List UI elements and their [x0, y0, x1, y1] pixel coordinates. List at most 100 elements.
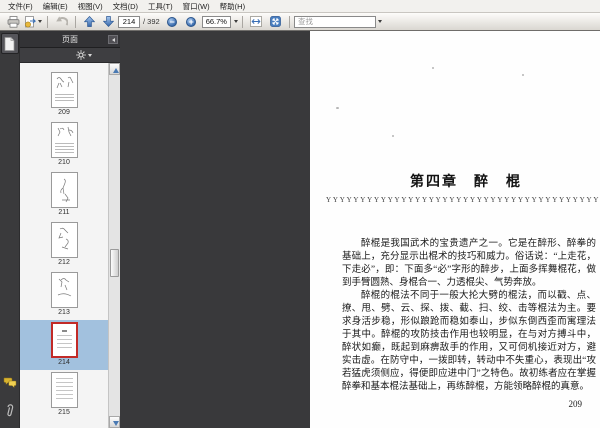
thumbnails-list: 209 210 211 212 213 214 215: [20, 63, 120, 428]
thumbnail-image: [50, 122, 78, 158]
paragraph: 醉棍是我国武术的宝贵遗产之一。它是在醉形、醉拳的基础上，充分显示出棍术的技巧和威…: [342, 239, 596, 288]
toolbar-separator: [75, 15, 76, 28]
thumbnail-sketch: [59, 178, 70, 203]
previous-view-icon: [56, 16, 68, 26]
page-up-arrow-icon: [84, 16, 95, 27]
toolbar-separator: [288, 15, 290, 28]
thumbnail-image: [50, 322, 78, 358]
zoom-level-value: 66.7%: [205, 17, 227, 26]
thumbnail-image: [50, 172, 78, 208]
print-button[interactable]: [5, 14, 22, 29]
menu-help[interactable]: 帮助(H): [217, 0, 252, 13]
document-pane: 第四章 醉 棍 YYYYYYYYYYYYYYYYYYYYYYYYYYYYYYYY…: [120, 31, 600, 428]
scroll-up-button[interactable]: [109, 63, 120, 75]
zoom-out-icon: [167, 16, 178, 27]
menu-document[interactable]: 文档(D): [110, 0, 145, 13]
thumbnail-image: [50, 372, 78, 408]
ornament-divider: YYYYYYYYYYYYYYYYYYYYYYYYYYYYYYYYYYYYYYYY…: [326, 196, 600, 204]
comments-icon: [3, 377, 16, 388]
thumbnail-page-213[interactable]: 213: [20, 270, 108, 320]
current-page-input[interactable]: [118, 15, 140, 28]
fit-width-button[interactable]: [248, 14, 265, 29]
zoom-out-button[interactable]: [164, 14, 181, 29]
menu-bar: 文件(F) 编辑(E) 视图(V) 文档(D) 工具(T) 窗口(W) 帮助(H…: [0, 0, 600, 13]
document-page: 第四章 醉 棍 YYYYYYYYYYYYYYYYYYYYYYYYYYYYYYYY…: [310, 31, 600, 428]
scan-artifact: [432, 67, 434, 69]
thumbnail-page-label: 211: [58, 209, 70, 216]
thumbnail-page-label: 209: [58, 109, 70, 116]
thumbnail-page-209[interactable]: 209: [20, 70, 108, 120]
previous-view-button[interactable]: [53, 14, 70, 29]
thumbnail-sketch: [57, 278, 71, 297]
zoom-dropdown-caret[interactable]: [233, 20, 238, 23]
zoom-in-button[interactable]: [183, 14, 200, 29]
zoom-level-select[interactable]: 66.7%: [201, 15, 231, 28]
fit-page-button[interactable]: [267, 14, 284, 29]
zoom-in-icon: [186, 16, 197, 27]
scrollbar-thumb[interactable]: [110, 249, 119, 277]
fit-page-icon: [270, 16, 281, 27]
thumbnail-textlines: [54, 143, 74, 153]
scan-artifact: [522, 74, 524, 76]
previous-page-button[interactable]: [81, 14, 98, 29]
thumbnail-page-label: 210: [58, 159, 70, 166]
options-dropdown-caret[interactable]: [88, 53, 92, 57]
thumbnail-page-label: 213: [58, 309, 70, 316]
toolbar-separator: [47, 15, 48, 28]
thumbnail-page-label: 212: [58, 259, 70, 266]
body-text: 醉棍是我国武术的宝贵遗产之一。它是在醉形、醉拳的基础上，充分显示出棍术的技巧和威…: [342, 238, 596, 394]
thumbnail-heading-line: [61, 330, 67, 332]
pages-panel-options-bar: [20, 48, 120, 63]
attachments-panel-button[interactable]: [1, 400, 19, 421]
scan-artifact: [392, 135, 394, 137]
thumbnail-page-215[interactable]: 215: [20, 370, 108, 420]
thumbnail-image: [50, 272, 78, 308]
chapter-heading: 第四章 醉 棍: [410, 175, 522, 190]
navigation-rail: [0, 31, 20, 428]
menu-window[interactable]: 窗口(W): [180, 0, 217, 13]
options-gear-icon[interactable]: [76, 50, 86, 60]
rail-bottom-buttons: [1, 372, 19, 421]
scan-artifact: [336, 107, 339, 109]
thumbnails-scrollbar[interactable]: [108, 63, 120, 428]
thumbnail-sketch: [57, 227, 69, 250]
toolbar: / 392 66.7%: [0, 13, 600, 31]
total-pages-label: / 392: [143, 17, 160, 26]
thumbnail-page-212[interactable]: 212: [20, 220, 108, 270]
comments-panel-button[interactable]: [1, 372, 19, 393]
main-area: 页面 209 210 211 212 213 214 215 第四章 醉 棍 Y…: [0, 31, 600, 428]
menu-file[interactable]: 文件(F): [5, 0, 40, 13]
paragraph: 醉棍的棍法不同于一般大抡大劈的棍法，而以戳、点、撩、甩、劈、云、探、拨、截、扫、…: [342, 291, 596, 392]
thumbnail-page-label: 214: [58, 359, 70, 366]
printed-page-number: 209: [568, 399, 583, 409]
menu-view[interactable]: 视图(V): [75, 0, 110, 13]
pages-icon: [4, 36, 15, 51]
thumbnail-page-214-selected[interactable]: 214: [20, 320, 108, 370]
scroll-down-button[interactable]: [109, 416, 120, 428]
thumbnail-sketch: [57, 126, 73, 137]
pages-panel-header: 页面: [20, 31, 120, 48]
thumbnail-textlines: [55, 378, 73, 402]
pages-panel-title: 页面: [62, 34, 78, 44]
export-document-icon: [25, 15, 36, 27]
page-down-arrow-icon: [103, 16, 114, 27]
next-page-button[interactable]: [100, 14, 117, 29]
thumbnail-image: [50, 72, 78, 108]
thumbnail-textlines: [54, 94, 74, 103]
paperclip-icon: [7, 404, 14, 417]
pages-panel: 页面 209 210 211 212 213 214 215: [20, 31, 120, 428]
thumbnail-page-label: 215: [58, 409, 70, 416]
thumbnail-page-211[interactable]: 211: [20, 170, 108, 220]
hide-panel-button[interactable]: [108, 35, 118, 44]
thumbnail-page-210[interactable]: 210: [20, 120, 108, 170]
thumbnail-textlines: [56, 335, 72, 351]
find-input[interactable]: [293, 15, 376, 28]
export-dropdown-caret[interactable]: [38, 20, 42, 23]
find-dropdown-caret[interactable]: [377, 20, 382, 23]
pages-panel-button[interactable]: [0, 33, 19, 54]
thumbnail-image: [50, 222, 78, 258]
menu-edit[interactable]: 编辑(E): [40, 0, 75, 13]
menu-tools[interactable]: 工具(T): [145, 0, 180, 13]
export-button[interactable]: [24, 14, 42, 29]
fit-width-icon: [250, 16, 263, 27]
